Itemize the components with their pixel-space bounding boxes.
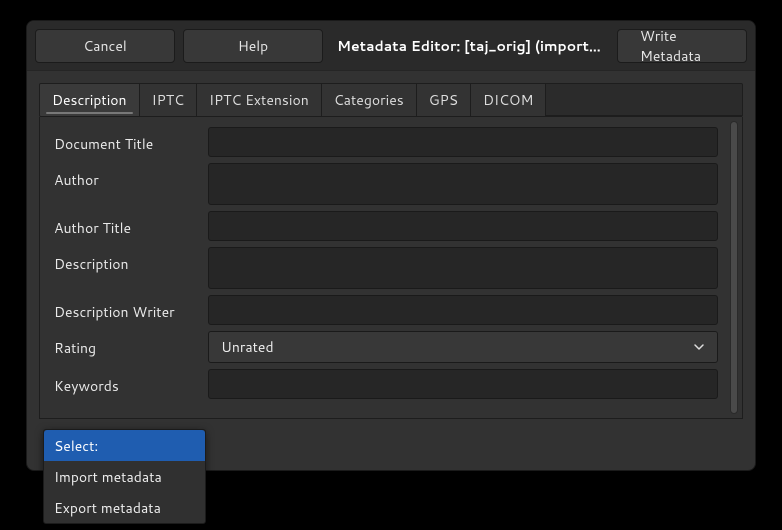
dialog-header: Cancel Help Metadata Editor: [taj_orig] …: [27, 21, 755, 71]
help-button-label: Help: [238, 36, 268, 56]
form-scroll: Document Title Author Author Title Descr…: [40, 117, 730, 418]
cancel-button-label: Cancel: [83, 36, 127, 56]
field-row-keywords: Keywords: [54, 369, 718, 399]
keywords-input[interactable]: [208, 369, 718, 399]
tabs-container: Description IPTC IPTC Extension Categori…: [27, 71, 755, 117]
write-metadata-button[interactable]: Write Metadata: [617, 29, 747, 63]
tab-gps[interactable]: GPS: [417, 84, 471, 116]
author-title-label: Author Title: [54, 211, 196, 238]
tab-label: DICOM: [483, 90, 533, 110]
tab-label: GPS: [429, 90, 458, 110]
document-title-label: Document Title: [54, 127, 196, 154]
author-input[interactable]: [208, 163, 718, 205]
description-writer-label: Description Writer: [54, 295, 196, 322]
field-row-author: Author: [54, 163, 718, 205]
metadata-io-menu: Select: Import metadata Export metadata: [43, 429, 206, 524]
menu-select-header[interactable]: Select:: [44, 430, 205, 461]
document-title-input[interactable]: [208, 127, 718, 157]
tab-categories[interactable]: Categories: [322, 84, 417, 116]
tab-filler: [546, 84, 742, 116]
help-button[interactable]: Help: [183, 29, 323, 63]
metadata-editor-dialog: Cancel Help Metadata Editor: [taj_orig] …: [26, 20, 756, 471]
chevron-down-icon: [693, 341, 705, 353]
menu-select-label: Select:: [54, 436, 98, 456]
author-title-input[interactable]: [208, 211, 718, 241]
description-label: Description: [54, 247, 196, 274]
rating-value: Unrated: [221, 337, 274, 357]
tab-description[interactable]: Description: [40, 84, 140, 116]
menu-export-metadata[interactable]: Export metadata: [44, 492, 205, 523]
scrollbar-thumb[interactable]: [730, 121, 738, 414]
cancel-button[interactable]: Cancel: [35, 29, 175, 63]
tab-iptc[interactable]: IPTC: [140, 84, 197, 116]
field-row-description-writer: Description Writer: [54, 295, 718, 325]
description-input[interactable]: [208, 247, 718, 289]
author-label: Author: [54, 163, 196, 190]
rating-select[interactable]: Unrated: [208, 331, 718, 363]
tab-label: IPTC Extension: [209, 90, 309, 110]
tab-iptc-extension[interactable]: IPTC Extension: [197, 84, 322, 116]
tab-bar: Description IPTC IPTC Extension Categori…: [39, 83, 743, 117]
menu-import-metadata[interactable]: Import metadata: [44, 461, 205, 492]
field-row-rating: Rating Unrated: [54, 331, 718, 363]
field-row-document-title: Document Title: [54, 127, 718, 157]
description-writer-input[interactable]: [208, 295, 718, 325]
tab-label: IPTC: [152, 90, 184, 110]
menu-export-label: Export metadata: [54, 498, 161, 518]
field-row-description: Description: [54, 247, 718, 289]
tab-label: Categories: [334, 90, 404, 110]
tab-dicom[interactable]: DICOM: [471, 84, 546, 116]
menu-import-label: Import metadata: [54, 467, 162, 487]
keywords-label: Keywords: [54, 369, 196, 396]
form-area: Document Title Author Author Title Descr…: [39, 117, 743, 419]
field-row-author-title: Author Title: [54, 211, 718, 241]
tab-label: Description: [52, 90, 127, 110]
write-metadata-button-label: Write Metadata: [640, 26, 724, 66]
scrollbar[interactable]: [730, 117, 742, 418]
dialog-title: Metadata Editor: [taj_orig] (imported): [331, 36, 609, 56]
rating-label: Rating: [54, 331, 196, 358]
